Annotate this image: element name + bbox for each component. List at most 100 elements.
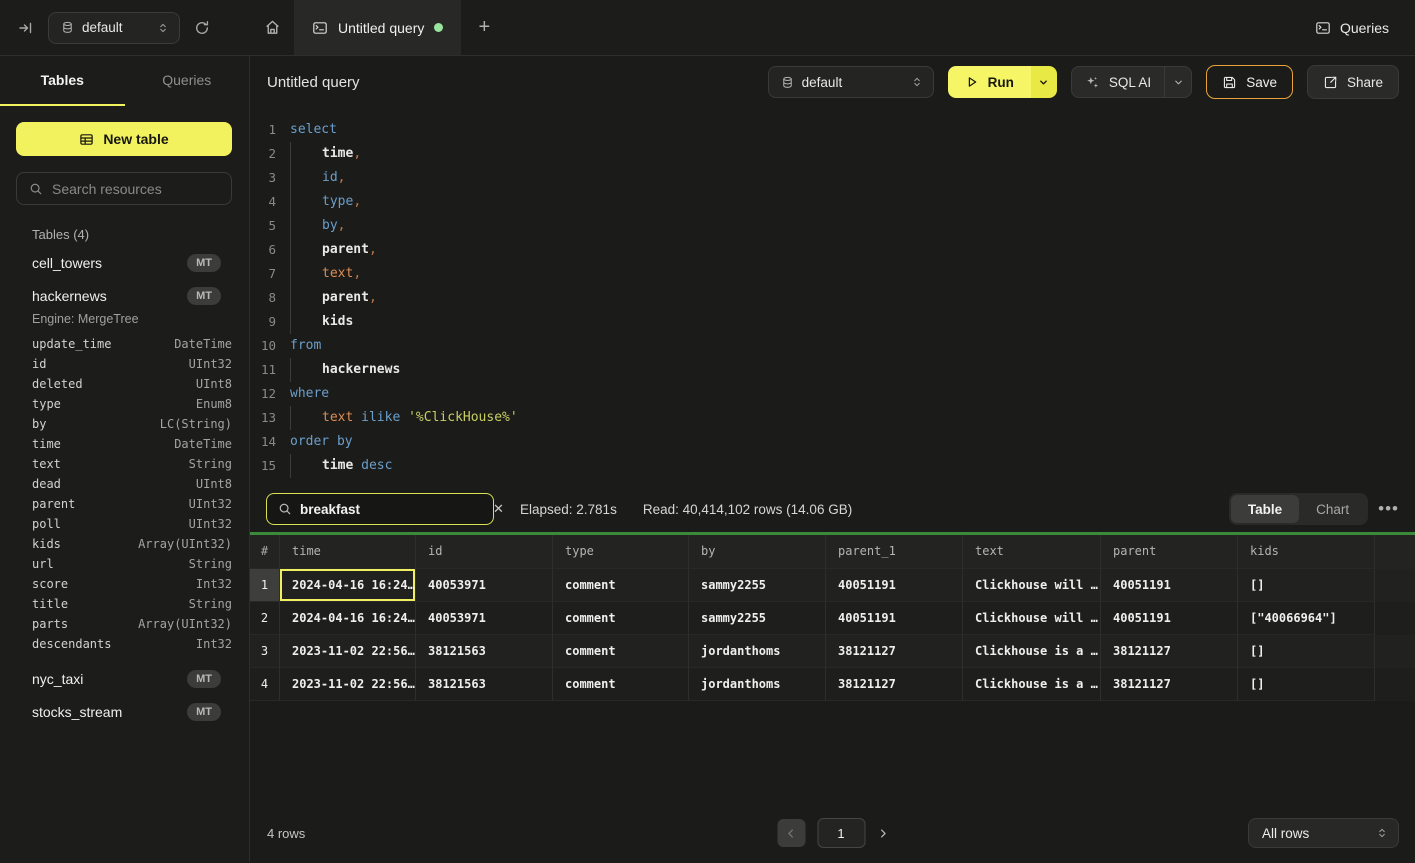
- next-page-icon[interactable]: [877, 828, 888, 839]
- queries-button[interactable]: Queries: [1315, 20, 1389, 36]
- column-header-parent_1[interactable]: parent_1: [826, 535, 963, 569]
- column-header-by[interactable]: by: [689, 535, 826, 569]
- column-header-id[interactable]: id: [416, 535, 553, 569]
- column-item: typeEnum8: [0, 394, 249, 414]
- run-options-chevron-icon[interactable]: [1031, 66, 1057, 98]
- sidebar-search[interactable]: [16, 172, 232, 205]
- table-cell[interactable]: 2024-04-16 16:24…: [280, 602, 416, 635]
- row-number[interactable]: 4: [250, 668, 280, 701]
- sql-ai-chevron-icon[interactable]: [1164, 67, 1191, 97]
- table-cell[interactable]: Clickhouse is a …: [963, 668, 1101, 701]
- column-item: idUInt32: [0, 354, 249, 374]
- more-options-icon[interactable]: •••: [1378, 499, 1399, 519]
- run-database-selector[interactable]: default: [768, 66, 934, 98]
- code-content: hackernews: [290, 358, 400, 382]
- table-cell[interactable]: 40051191: [826, 602, 963, 635]
- collapse-sidebar-icon[interactable]: [18, 20, 34, 36]
- table-cell[interactable]: Clickhouse is a …: [963, 635, 1101, 668]
- table-cell[interactable]: 40051191: [1101, 569, 1238, 602]
- table-cell[interactable]: []: [1238, 569, 1375, 602]
- table-cell[interactable]: jordanthoms: [689, 668, 826, 701]
- table-cell[interactable]: jordanthoms: [689, 635, 826, 668]
- column-header-kids[interactable]: kids: [1238, 535, 1375, 569]
- sidebar-tab-tables[interactable]: Tables: [0, 56, 125, 106]
- column-header-type[interactable]: type: [553, 535, 689, 569]
- column-header-text[interactable]: text: [963, 535, 1101, 569]
- sidebar-tab-queries[interactable]: Queries: [125, 56, 250, 106]
- table-cell[interactable]: 38121127: [826, 668, 963, 701]
- table-cell[interactable]: comment: [553, 602, 689, 635]
- view-toggle-chart[interactable]: Chart: [1299, 495, 1366, 523]
- sql-ai-button[interactable]: SQL AI: [1072, 67, 1164, 97]
- save-button[interactable]: Save: [1206, 65, 1293, 99]
- table-cell[interactable]: 38121563: [416, 668, 553, 701]
- table-cell[interactable]: 40053971: [416, 569, 553, 602]
- column-type: String: [189, 597, 232, 611]
- row-number[interactable]: 1: [250, 569, 280, 602]
- results-search-input[interactable]: [300, 502, 481, 517]
- column-header-time[interactable]: time: [280, 535, 416, 569]
- table-cell[interactable]: 38121127: [1101, 635, 1238, 668]
- table-cell[interactable]: comment: [553, 668, 689, 701]
- column-item: textString: [0, 454, 249, 474]
- sidebar-search-input[interactable]: [52, 181, 233, 197]
- table-cell[interactable]: comment: [553, 569, 689, 602]
- table-item-nyc_taxi[interactable]: nyc_taxiMT: [0, 662, 249, 695]
- table-cell[interactable]: 2024-04-16 16:24…: [280, 569, 416, 602]
- prev-page-icon[interactable]: [777, 819, 805, 847]
- token: type: [322, 194, 353, 209]
- view-toggle-table[interactable]: Table: [1231, 495, 1299, 523]
- table-item-stocks_stream[interactable]: stocks_streamMT: [0, 695, 249, 728]
- share-button[interactable]: Share: [1307, 65, 1399, 99]
- table-cell[interactable]: 40051191: [1101, 602, 1238, 635]
- new-table-button[interactable]: New table: [16, 122, 232, 156]
- unsaved-dot: [434, 23, 443, 32]
- page-number-input[interactable]: 1: [817, 818, 865, 848]
- run-button[interactable]: Run: [948, 66, 1031, 98]
- column-header-num[interactable]: #: [250, 535, 280, 569]
- line-number: 9: [250, 310, 290, 334]
- column-name: url: [32, 557, 54, 571]
- table-item-hackernews[interactable]: hackernewsMT: [0, 279, 249, 312]
- table-item-cell_towers[interactable]: cell_towersMT: [0, 246, 249, 279]
- table-cell[interactable]: Clickhouse will …: [963, 602, 1101, 635]
- column-header-parent[interactable]: parent: [1101, 535, 1238, 569]
- table-cell[interactable]: []: [1238, 668, 1375, 701]
- table-cell[interactable]: sammy2255: [689, 569, 826, 602]
- engine-label: Engine: MergeTree: [0, 312, 249, 332]
- page-size-selector[interactable]: All rows: [1248, 818, 1399, 848]
- clear-search-icon[interactable]: ✕: [491, 501, 506, 517]
- row-number[interactable]: 3: [250, 635, 280, 668]
- table-cell[interactable]: 38121563: [416, 635, 553, 668]
- table-name: nyc_taxi: [32, 671, 83, 687]
- table-cell[interactable]: Clickhouse will …: [963, 569, 1101, 602]
- tab-strip: Untitled query +: [250, 0, 1315, 55]
- token: ,: [353, 266, 361, 281]
- results-search[interactable]: ✕: [266, 493, 494, 525]
- sql-editor[interactable]: 1select2time,3id,4type,5by,6parent,7text…: [250, 108, 1415, 486]
- table-cell[interactable]: 38121127: [1101, 668, 1238, 701]
- column-item: deadUInt8: [0, 474, 249, 494]
- table-cell[interactable]: 40051191: [826, 569, 963, 602]
- table-cell[interactable]: sammy2255: [689, 602, 826, 635]
- refresh-icon[interactable]: [194, 20, 210, 36]
- table-cell[interactable]: comment: [553, 635, 689, 668]
- table-cell[interactable]: 38121127: [826, 635, 963, 668]
- column-name: deleted: [32, 377, 83, 391]
- table-cell[interactable]: []: [1238, 635, 1375, 668]
- home-icon[interactable]: [250, 0, 294, 55]
- column-type: UInt32: [189, 357, 232, 371]
- table-cell[interactable]: 2023-11-02 22:56…: [280, 635, 416, 668]
- new-tab-icon[interactable]: +: [461, 0, 507, 55]
- row-number[interactable]: 2: [250, 602, 280, 635]
- table-row: 32023-11-02 22:56…38121563commentjordant…: [250, 635, 1415, 668]
- column-name: poll: [32, 517, 61, 531]
- tab-untitled-query[interactable]: Untitled query: [294, 0, 461, 55]
- editor-line: 9kids: [250, 310, 1415, 334]
- table-cell[interactable]: 2023-11-02 22:56…: [280, 668, 416, 701]
- database-selector[interactable]: default: [48, 12, 180, 44]
- table-cell[interactable]: 40053971: [416, 602, 553, 635]
- table-cell[interactable]: ["40066964"]: [1238, 602, 1375, 635]
- token: [353, 410, 361, 425]
- column-item: kidsArray(UInt32): [0, 534, 249, 554]
